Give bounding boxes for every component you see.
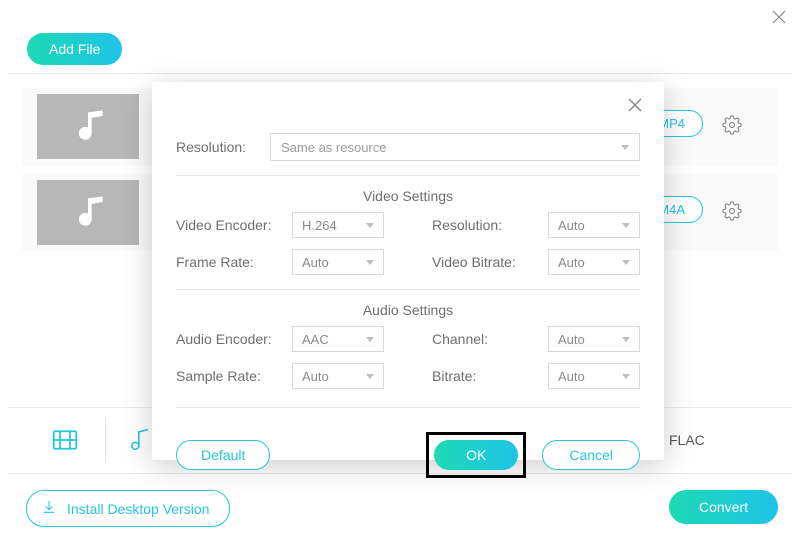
- frame-rate-value: Auto: [302, 255, 329, 270]
- chevron-down-icon: [366, 223, 374, 228]
- audio-bitrate-select[interactable]: Auto: [548, 363, 640, 389]
- settings-gear-button[interactable]: [722, 201, 742, 221]
- channel-value: Auto: [558, 332, 585, 347]
- frame-rate-label: Frame Rate:: [176, 254, 286, 270]
- audio-encoder-value: AAC: [302, 332, 329, 347]
- default-button[interactable]: Default: [176, 440, 270, 470]
- video-tab-icon[interactable]: [45, 420, 85, 460]
- settings-gear-button[interactable]: [722, 115, 742, 135]
- install-label: Install Desktop Version: [67, 501, 209, 517]
- chevron-down-icon: [622, 260, 630, 265]
- divider: [176, 289, 640, 290]
- file-thumbnail: [37, 94, 139, 159]
- frame-rate-select[interactable]: Auto: [292, 249, 384, 275]
- settings-dialog: Resolution: Same as resource Video Setti…: [152, 82, 664, 460]
- channel-select[interactable]: Auto: [548, 326, 640, 352]
- video-bitrate-value: Auto: [558, 255, 585, 270]
- install-desktop-button[interactable]: Install Desktop Version: [26, 490, 230, 527]
- ok-highlight-box: OK: [426, 432, 526, 478]
- video-bitrate-label: Video Bitrate:: [432, 254, 542, 270]
- sample-rate-select[interactable]: Auto: [292, 363, 384, 389]
- dialog-close-button[interactable]: [626, 96, 648, 118]
- channel-label: Channel:: [432, 331, 542, 347]
- add-file-button[interactable]: Add File: [27, 33, 122, 65]
- file-thumbnail: [37, 180, 139, 245]
- audio-bitrate-value: Auto: [558, 369, 585, 384]
- video-resolution-value: Auto: [558, 218, 585, 233]
- audio-bitrate-label: Bitrate:: [432, 368, 542, 384]
- video-resolution-select[interactable]: Auto: [548, 212, 640, 238]
- cancel-button[interactable]: Cancel: [542, 440, 640, 470]
- chevron-down-icon: [622, 223, 630, 228]
- header-divider: [8, 73, 792, 74]
- audio-encoder-select[interactable]: AAC: [292, 326, 384, 352]
- chevron-down-icon: [366, 337, 374, 342]
- chevron-down-icon: [366, 374, 374, 379]
- chevron-down-icon: [622, 337, 630, 342]
- flac-label: FLAC: [669, 432, 705, 448]
- chevron-down-icon: [366, 260, 374, 265]
- divider: [176, 175, 640, 176]
- sample-rate-value: Auto: [302, 369, 329, 384]
- video-settings-heading: Video Settings: [176, 188, 640, 204]
- chevron-down-icon: [622, 374, 630, 379]
- video-bitrate-select[interactable]: Auto: [548, 249, 640, 275]
- sample-rate-label: Sample Rate:: [176, 368, 286, 384]
- audio-encoder-label: Audio Encoder:: [176, 331, 286, 347]
- resolution-select[interactable]: Same as resource: [270, 133, 640, 161]
- convert-button[interactable]: Convert: [669, 490, 778, 524]
- window-close-button[interactable]: [768, 6, 790, 28]
- video-resolution-label: Resolution:: [432, 217, 542, 233]
- download-icon: [41, 499, 57, 518]
- video-encoder-select[interactable]: H.264: [292, 212, 384, 238]
- resolution-label: Resolution:: [176, 139, 252, 155]
- ok-button[interactable]: OK: [434, 440, 518, 470]
- video-encoder-value: H.264: [302, 218, 337, 233]
- resolution-value: Same as resource: [281, 140, 387, 155]
- divider: [176, 407, 640, 408]
- video-encoder-label: Video Encoder:: [176, 217, 286, 233]
- tab-separator: [105, 418, 106, 462]
- audio-settings-heading: Audio Settings: [176, 302, 640, 318]
- chevron-down-icon: [621, 145, 629, 150]
